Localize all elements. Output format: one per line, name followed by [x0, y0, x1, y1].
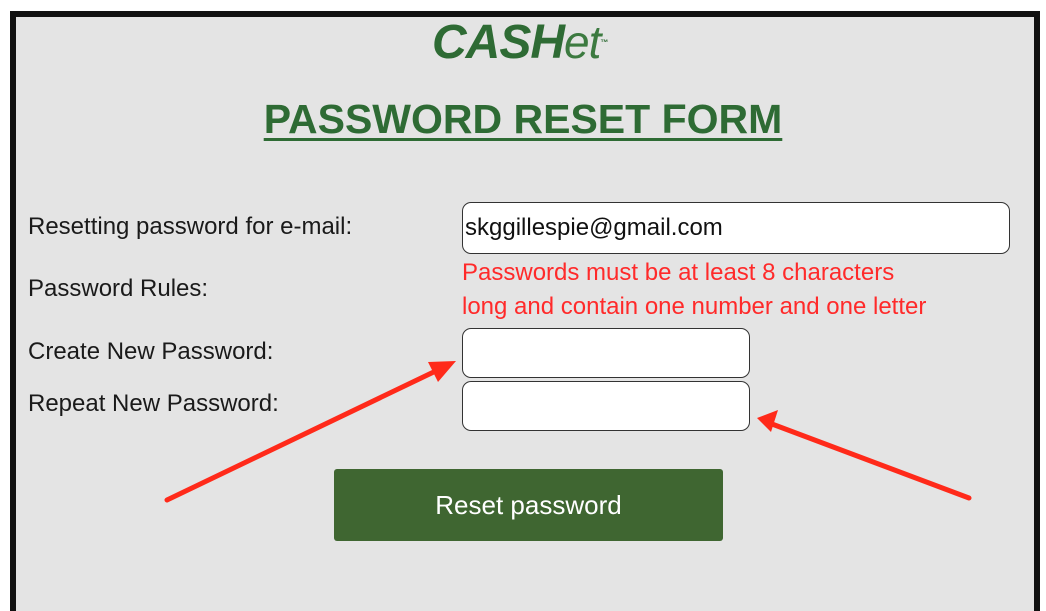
cashet-logo: CASHet™: [432, 14, 608, 70]
screenshot-frame: CASHet™ PASSWORD RESET FORM Resetting pa…: [0, 0, 1046, 611]
password-rules-text: Passwords must be at least 8 characters …: [462, 256, 1042, 324]
reset-password-button[interactable]: Reset password: [334, 469, 723, 541]
email-label: Resetting password for e-mail:: [28, 213, 353, 240]
page-title: PASSWORD RESET FORM: [263, 96, 783, 142]
repeat-password-field[interactable]: [462, 381, 750, 431]
password-rules-label: Password Rules:: [28, 275, 209, 302]
password-rules-line: long and contain one number and one lett…: [462, 293, 927, 320]
logo-text-tail: et: [564, 16, 601, 68]
password-rules-line: Passwords must be at least 8 characters: [462, 259, 895, 286]
logo-trademark: ™: [600, 38, 608, 47]
email-field[interactable]: skggillespie@gmail.com: [462, 202, 1010, 254]
new-password-label: Create New Password:: [28, 338, 274, 365]
repeat-password-label: Repeat New Password:: [28, 390, 279, 417]
logo-text-main: CASH: [432, 16, 565, 69]
new-password-field[interactable]: [462, 328, 750, 378]
